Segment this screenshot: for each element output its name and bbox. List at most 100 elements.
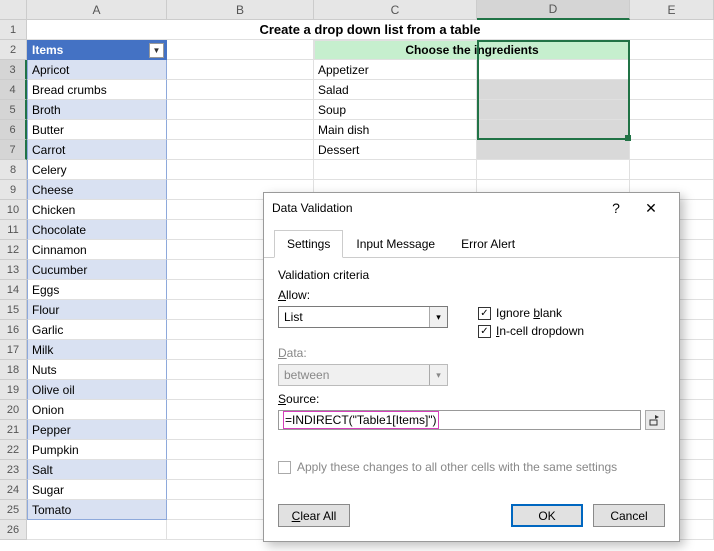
cell[interactable] [167,120,314,140]
close-icon[interactable]: ✕ [631,200,671,217]
column-header[interactable]: A [27,0,167,20]
cell[interactable]: Garlic [27,320,167,340]
row-header[interactable]: 23 [0,460,27,480]
dialog-title: Data Validation [272,201,601,215]
cell[interactable] [630,120,714,140]
column-header[interactable]: D [477,0,630,20]
cell[interactable] [630,60,714,80]
row-header[interactable]: 22 [0,440,27,460]
row-header[interactable]: 20 [0,400,27,420]
cell[interactable] [314,160,477,180]
cell[interactable]: Carrot [27,140,167,160]
help-icon[interactable]: ? [601,200,631,216]
row-header[interactable]: 2 [0,40,27,60]
cell[interactable] [27,520,167,540]
cell[interactable] [630,40,714,60]
column-header[interactable]: E [630,0,714,20]
ok-button[interactable]: OK [511,504,583,527]
row-header[interactable]: 25 [0,500,27,520]
row-header[interactable]: 16 [0,320,27,340]
cell[interactable] [167,60,314,80]
cell[interactable] [630,160,714,180]
tab-input-message[interactable]: Input Message [343,230,448,258]
filter-dropdown-icon[interactable]: ▼ [149,43,164,58]
row-header[interactable]: 10 [0,200,27,220]
row-header[interactable]: 13 [0,260,27,280]
cell[interactable] [477,160,630,180]
chevron-down-icon: ▾ [429,365,447,385]
row-header[interactable]: 18 [0,360,27,380]
cell[interactable]: Broth [27,100,167,120]
cell[interactable] [477,80,630,100]
cell[interactable] [630,100,714,120]
column-header[interactable]: B [167,0,314,20]
cell[interactable]: Sugar [27,480,167,500]
column-header[interactable]: C [314,0,477,20]
cancel-button[interactable]: Cancel [593,504,665,527]
cell[interactable]: Butter [27,120,167,140]
tab-error-alert[interactable]: Error Alert [448,230,528,258]
cell[interactable] [477,60,630,80]
cell[interactable]: Onion [27,400,167,420]
incell-dropdown-checkbox[interactable]: ✓ [478,325,491,338]
row-header[interactable]: 14 [0,280,27,300]
cell[interactable]: Eggs [27,280,167,300]
source-input[interactable]: =INDIRECT("Table1[Items]") [278,410,641,430]
tab-settings[interactable]: Settings [274,230,343,258]
cell[interactable]: Bread crumbs [27,80,167,100]
row-header[interactable]: 24 [0,480,27,500]
cell[interactable]: Pepper [27,420,167,440]
cell[interactable] [630,140,714,160]
cell[interactable]: Nuts [27,360,167,380]
cell[interactable]: Chocolate [27,220,167,240]
row-header[interactable]: 17 [0,340,27,360]
cell[interactable]: Milk [27,340,167,360]
cell[interactable]: Main dish [314,120,477,140]
cell[interactable] [167,100,314,120]
cell[interactable]: Celery [27,160,167,180]
cell[interactable] [477,140,630,160]
cell[interactable] [167,80,314,100]
row-header[interactable]: 8 [0,160,27,180]
cell[interactable] [477,120,630,140]
ingredients-header[interactable]: Choose the ingredients [314,40,630,60]
cell[interactable]: Cinnamon [27,240,167,260]
range-select-button[interactable] [645,410,665,430]
row-header[interactable]: 4 [0,80,27,100]
cell[interactable]: Tomato [27,500,167,520]
cell[interactable] [477,100,630,120]
row-header[interactable]: 9 [0,180,27,200]
cell[interactable]: Appetizer [314,60,477,80]
row-header[interactable]: 26 [0,520,27,540]
cell[interactable]: Dessert [314,140,477,160]
row-header[interactable]: 15 [0,300,27,320]
allow-dropdown[interactable]: List ▾ [278,306,448,328]
row-header[interactable]: 5 [0,100,27,120]
row-header[interactable]: 11 [0,220,27,240]
cell[interactable]: Apricot [27,60,167,80]
cell[interactable] [167,160,314,180]
cell[interactable]: Flour [27,300,167,320]
cell[interactable]: Salad [314,80,477,100]
cell[interactable]: Items▼ [27,40,167,60]
row-header[interactable]: 7 [0,140,27,160]
row-header[interactable]: 6 [0,120,27,140]
row-header[interactable]: 12 [0,240,27,260]
row-header[interactable]: 19 [0,380,27,400]
cell[interactable]: Cucumber [27,260,167,280]
cell[interactable] [167,140,314,160]
cell[interactable] [167,40,314,60]
ignore-blank-checkbox[interactable]: ✓ [478,307,491,320]
select-all-corner[interactable] [0,0,27,20]
cell[interactable] [630,80,714,100]
row-header[interactable]: 21 [0,420,27,440]
clear-all-button[interactable]: Clear All [278,504,350,527]
row-header[interactable]: 1 [0,20,27,40]
cell[interactable]: Chicken [27,200,167,220]
cell[interactable]: Salt [27,460,167,480]
cell[interactable]: Soup [314,100,477,120]
row-header[interactable]: 3 [0,60,27,80]
cell[interactable]: Olive oil [27,380,167,400]
cell[interactable]: Pumpkin [27,440,167,460]
cell[interactable]: Cheese [27,180,167,200]
